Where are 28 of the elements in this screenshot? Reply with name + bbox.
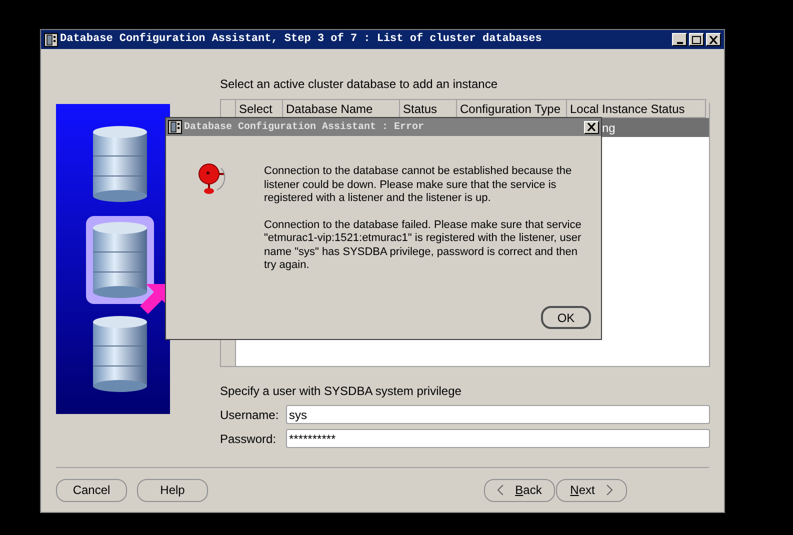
error-message: Connection to the database cannot be established because the listener could be down. Please make sure that the service is registered with a listener and the listener is up.	[264, 165, 573, 206]
app-icon	[168, 120, 182, 134]
minimize-icon	[676, 42, 682, 44]
chevron-right-icon	[604, 485, 613, 495]
maximize-button[interactable]	[689, 33, 704, 46]
credentials-label: Specify a user with SYSDBA system privilege	[220, 383, 462, 400]
wizard-button[interactable]: Help	[137, 478, 208, 502]
text-field[interactable]: sys	[286, 405, 710, 424]
dialog-title: Database Configuration Assistant : Error	[184, 120, 426, 134]
nav-button[interactable]: Next	[556, 478, 627, 502]
table-cell-text: ng	[602, 120, 616, 136]
text-field[interactable]: **********	[286, 429, 710, 448]
chevron-left-icon	[497, 485, 506, 495]
field-label: Password:	[220, 430, 278, 448]
close-button[interactable]	[584, 120, 599, 134]
wizard-button[interactable]: Cancel	[56, 478, 127, 502]
close-icon	[709, 36, 718, 44]
maximize-icon	[692, 36, 701, 44]
error-message: Connection to the database failed. Please make sure that service "etmurac1-vip:1521:etmurac1" is registered with the listener, user name "sys" has SYSDBA privilege, password is correct and then try again.	[264, 218, 582, 272]
window-title: Database Configuration Assistant, Step 3 of 7 : List of cluster databases	[60, 32, 543, 48]
ok-button[interactable]: OK	[541, 306, 591, 329]
field-label: Username:	[220, 406, 280, 424]
nav-button[interactable]: Back	[484, 478, 555, 502]
close-button[interactable]	[706, 33, 721, 46]
app-icon	[44, 32, 58, 46]
instruction-text: Select an active cluster database to add an instance	[220, 76, 499, 93]
close-icon	[587, 123, 596, 131]
minimize-button[interactable]	[672, 33, 687, 46]
